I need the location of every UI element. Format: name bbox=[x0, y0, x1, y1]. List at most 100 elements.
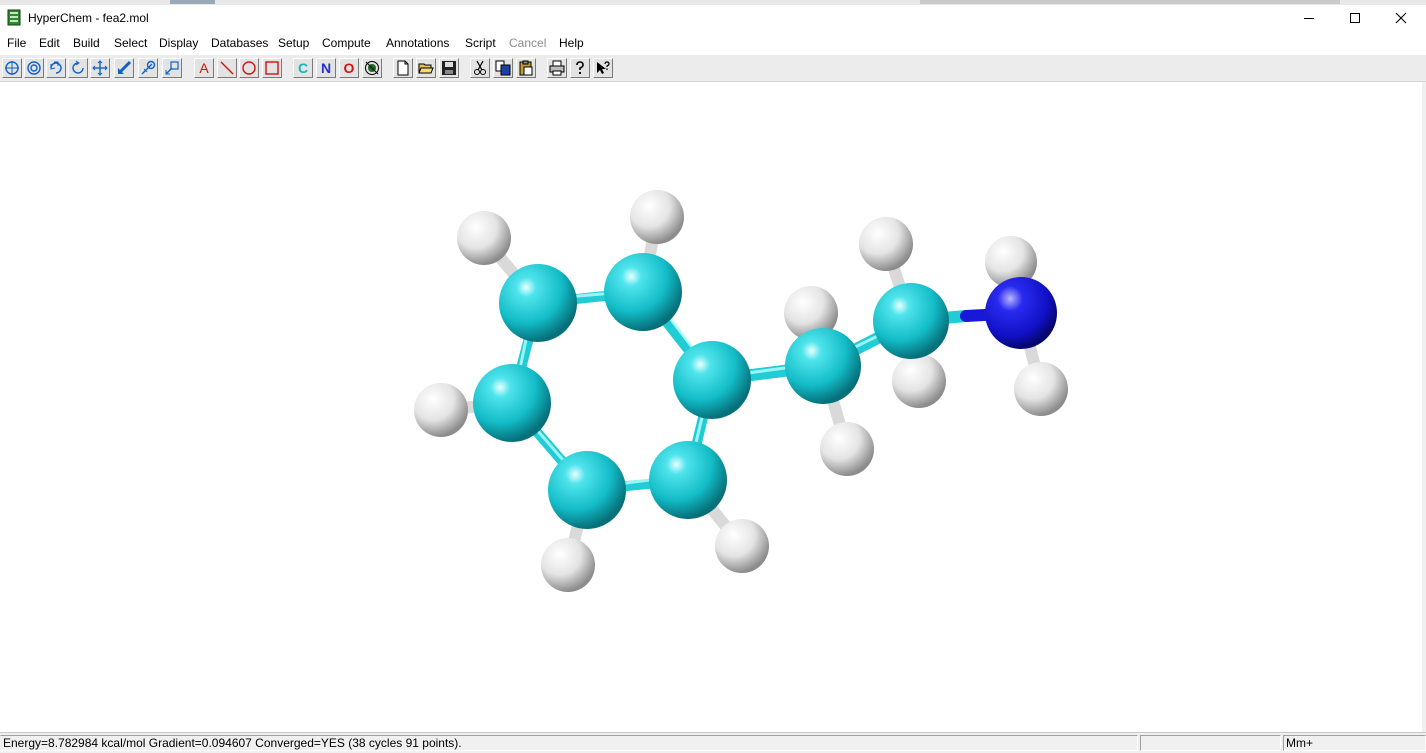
menu-file[interactable]: File bbox=[7, 36, 26, 50]
minimize-button[interactable] bbox=[1286, 5, 1332, 31]
carbon-atom bbox=[499, 264, 577, 342]
close-button[interactable] bbox=[1378, 5, 1424, 31]
molecule-view[interactable] bbox=[0, 82, 1426, 732]
paste-icon bbox=[519, 60, 533, 76]
title-bar: HyperChem - fea2.mol bbox=[0, 5, 1426, 31]
open-folder-icon bbox=[418, 63, 434, 74]
clip-icon bbox=[165, 61, 179, 75]
paste-button[interactable] bbox=[516, 58, 536, 78]
menu-bar: File Edit Build Select Display Databases… bbox=[0, 33, 1426, 53]
carbon-atom bbox=[548, 451, 626, 529]
hydrogen-atom bbox=[859, 217, 913, 271]
menu-select[interactable]: Select bbox=[114, 36, 147, 50]
hydrogen-atom bbox=[715, 519, 769, 573]
z-rotate-icon bbox=[72, 60, 84, 74]
nitrogen-atom bbox=[985, 277, 1057, 349]
line-annotation-button[interactable] bbox=[217, 58, 237, 78]
print-icon bbox=[549, 60, 565, 76]
carbon-atom bbox=[649, 441, 727, 519]
carbon-atom bbox=[473, 364, 551, 442]
taskbar-item bbox=[170, 0, 215, 4]
nitrogen-element-button[interactable]: N bbox=[316, 58, 336, 78]
carbon-letter: C bbox=[297, 60, 309, 76]
new-file-button[interactable] bbox=[393, 58, 413, 78]
periodic-table-button[interactable] bbox=[362, 58, 382, 78]
draw-tool-icon bbox=[27, 61, 41, 75]
status-bar: Energy=8.782984 kcal/mol Gradient=0.0946… bbox=[0, 732, 1426, 753]
menu-annotations[interactable]: Annotations bbox=[386, 36, 449, 50]
menu-help[interactable]: Help bbox=[559, 36, 584, 50]
rectangle-annotation-icon bbox=[265, 61, 279, 75]
open-folder-button[interactable] bbox=[416, 58, 436, 78]
menu-compute[interactable]: Compute bbox=[322, 36, 371, 50]
copy-icon bbox=[495, 60, 511, 76]
xy-rotate-button[interactable] bbox=[46, 58, 66, 78]
z-translate-icon bbox=[117, 60, 132, 75]
ellipse-annotation-icon bbox=[242, 61, 256, 75]
menu-display[interactable]: Display bbox=[159, 36, 198, 50]
help-icon bbox=[576, 61, 584, 74]
save-disk-button[interactable] bbox=[439, 58, 459, 78]
nitrogen-letter: N bbox=[320, 60, 332, 76]
hydrogen-atom bbox=[1014, 362, 1068, 416]
menu-edit[interactable]: Edit bbox=[39, 36, 60, 50]
status-message: Energy=8.782984 kcal/mol Gradient=0.0946… bbox=[0, 735, 1138, 751]
context-help-button[interactable] bbox=[593, 58, 613, 78]
zoom-button[interactable] bbox=[138, 58, 158, 78]
select-tool-button[interactable] bbox=[2, 58, 22, 78]
copy-button[interactable] bbox=[493, 58, 513, 78]
print-button[interactable] bbox=[547, 58, 567, 78]
draw-tool-button[interactable] bbox=[24, 58, 44, 78]
close-icon bbox=[1395, 12, 1407, 24]
line-annotation-icon bbox=[220, 61, 234, 75]
toolbar: A C N O bbox=[0, 55, 1426, 82]
clip-button[interactable] bbox=[162, 58, 182, 78]
hydrogen-atom bbox=[457, 211, 511, 265]
cut-icon bbox=[474, 60, 486, 75]
xy-translate-button[interactable] bbox=[90, 58, 110, 78]
context-help-icon bbox=[597, 61, 610, 74]
menu-databases[interactable]: Databases bbox=[211, 36, 268, 50]
xy-translate-icon bbox=[92, 60, 108, 76]
text-annotation-button[interactable]: A bbox=[194, 58, 214, 78]
menu-build[interactable]: Build bbox=[73, 36, 100, 50]
cut-button[interactable] bbox=[470, 58, 490, 78]
carbon-atom bbox=[873, 283, 949, 359]
hydrogen-atom bbox=[414, 383, 468, 437]
save-disk-icon bbox=[442, 61, 456, 75]
carbon-atoms bbox=[473, 253, 949, 529]
zoom-icon bbox=[141, 60, 156, 75]
minimize-icon bbox=[1304, 18, 1314, 19]
select-tool-icon bbox=[5, 61, 19, 75]
hydrogen-atom bbox=[541, 538, 595, 592]
new-file-icon bbox=[397, 60, 409, 76]
oxygen-element-button[interactable]: O bbox=[339, 58, 359, 78]
hyperchem-app-icon bbox=[7, 9, 21, 26]
text-annotation-icon: A bbox=[199, 60, 209, 76]
oxygen-letter: O bbox=[343, 60, 355, 76]
taskbar-item bbox=[920, 0, 1340, 4]
xy-rotate-icon bbox=[50, 61, 62, 74]
molecule-workspace[interactable] bbox=[0, 82, 1426, 732]
status-forcefield: Mm+ bbox=[1283, 735, 1426, 751]
maximize-button[interactable] bbox=[1332, 5, 1378, 31]
window-right-border bbox=[1422, 82, 1426, 732]
carbon-element-button[interactable]: C bbox=[293, 58, 313, 78]
periodic-table-icon bbox=[365, 61, 379, 75]
z-translate-button[interactable] bbox=[114, 58, 134, 78]
carbon-atom bbox=[785, 328, 861, 404]
window-title: HyperChem - fea2.mol bbox=[28, 11, 149, 25]
carbon-atom bbox=[673, 341, 751, 419]
ellipse-annotation-button[interactable] bbox=[239, 58, 259, 78]
status-panel-empty bbox=[1140, 735, 1281, 751]
hydrogen-atom bbox=[892, 354, 946, 408]
menu-setup[interactable]: Setup bbox=[278, 36, 309, 50]
carbon-atom bbox=[604, 253, 682, 331]
help-button[interactable] bbox=[570, 58, 590, 78]
rectangle-annotation-button[interactable] bbox=[262, 58, 282, 78]
hydrogen-atom bbox=[820, 422, 874, 476]
menu-cancel[interactable]: Cancel bbox=[509, 36, 546, 50]
hydrogen-atom bbox=[630, 190, 684, 244]
z-rotate-button[interactable] bbox=[68, 58, 88, 78]
menu-script[interactable]: Script bbox=[465, 36, 496, 50]
